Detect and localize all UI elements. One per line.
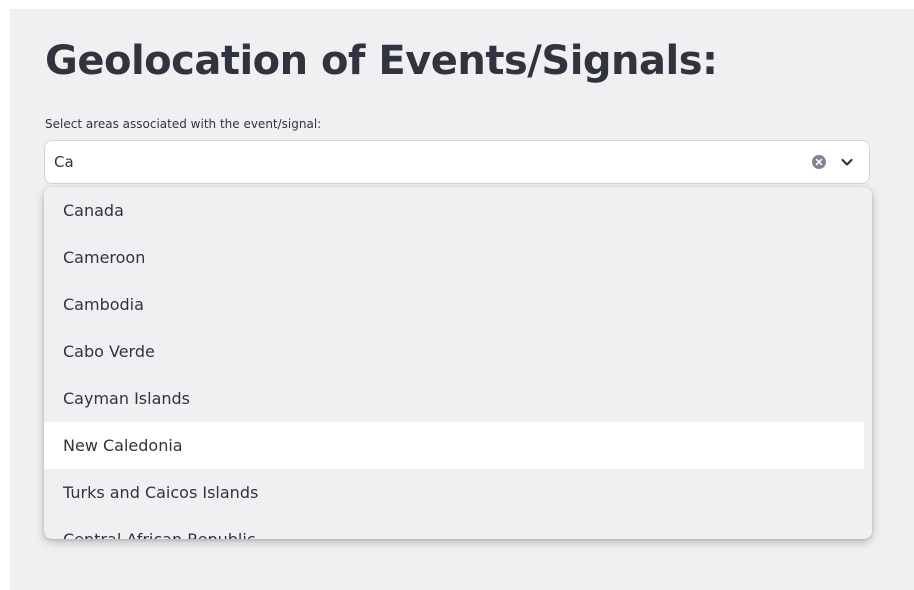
area-search-input[interactable] xyxy=(54,141,754,183)
option-cabo-verde[interactable]: Cabo Verde xyxy=(44,328,864,375)
area-options-dropdown: Canada Cameroon Cambodia Cabo Verde Caym… xyxy=(44,187,872,539)
page-title: Geolocation of Events/Signals: xyxy=(45,38,718,84)
app-main: Geolocation of Events/Signals: Select ar… xyxy=(10,9,914,590)
option-canada[interactable]: Canada xyxy=(44,187,864,234)
option-cameroon[interactable]: Cameroon xyxy=(44,234,864,281)
clear-circle-icon[interactable] xyxy=(811,154,827,170)
area-select-label: Select areas associated with the event/s… xyxy=(45,117,322,131)
option-turks-and-caicos-islands[interactable]: Turks and Caicos Islands xyxy=(44,469,864,516)
option-cambodia[interactable]: Cambodia xyxy=(44,281,864,328)
option-central-african-republic[interactable]: Central African Republic xyxy=(44,516,864,539)
option-cayman-islands[interactable]: Cayman Islands xyxy=(44,375,864,422)
chevron-down-icon[interactable] xyxy=(839,154,855,170)
option-new-caledonia[interactable]: New Caledonia xyxy=(44,422,864,469)
dropdown-scrollbar[interactable] xyxy=(864,187,872,539)
area-multiselect[interactable] xyxy=(44,140,870,184)
